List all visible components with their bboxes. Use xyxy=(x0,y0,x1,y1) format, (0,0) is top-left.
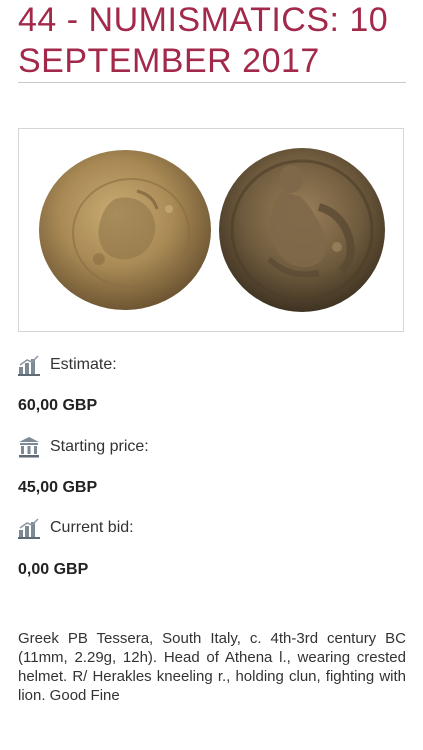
bank-icon xyxy=(18,436,40,458)
starting-price-row: Starting price: xyxy=(18,435,149,459)
estimate-row: Estimate: xyxy=(18,353,117,377)
starting-price-label: Starting price: xyxy=(50,438,149,455)
estimate-value: 60,00 GBP xyxy=(18,397,98,414)
coin-reverse xyxy=(219,148,385,312)
chart-icon xyxy=(18,354,40,376)
coin-obverse xyxy=(39,150,211,310)
title-divider xyxy=(18,82,406,83)
lot-image[interactable] xyxy=(18,128,404,332)
current-bid-row: Current bid: xyxy=(18,516,134,540)
lot-title: 44 - NUMISMATICS: 10 SEPTEMBER 2017 xyxy=(18,1,389,80)
chart-icon xyxy=(18,517,40,539)
lot-description: Greek PB Tessera, South Italy, c. 4th-3r… xyxy=(18,630,406,704)
starting-price-value: 45,00 GBP xyxy=(18,479,98,496)
current-bid-label: Current bid: xyxy=(50,519,134,536)
current-bid-value: 0,00 GBP xyxy=(18,561,89,578)
estimate-label: Estimate: xyxy=(50,356,117,373)
lot-page: 44 - NUMISMATICS: 10 SEPTEMBER 2017 Esti… xyxy=(0,0,423,750)
coin-photo xyxy=(39,148,385,312)
